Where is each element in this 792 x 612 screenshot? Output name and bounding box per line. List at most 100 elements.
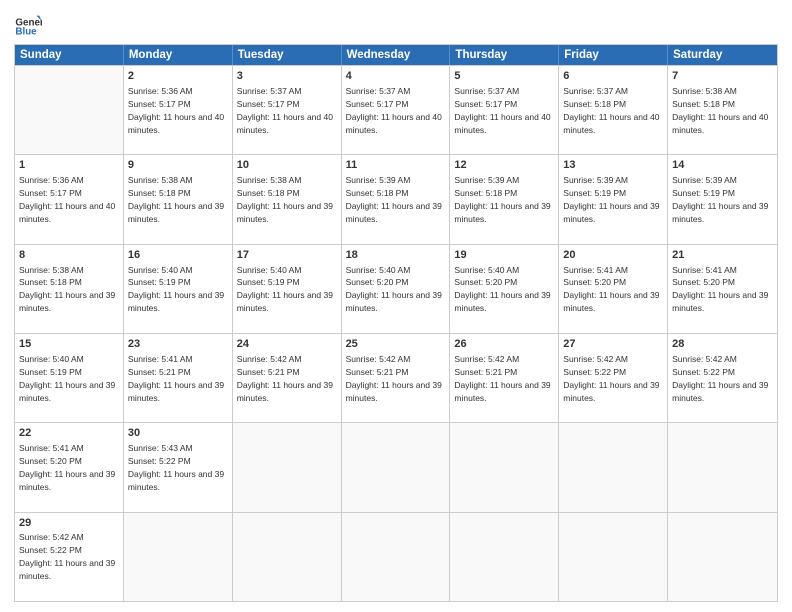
calendar-cell: 5 Sunrise: 5:37 AMSunset: 5:17 PMDaylight… (450, 66, 559, 154)
page: General Blue SundayMondayTuesdayWednesda… (0, 0, 792, 612)
calendar-cell (342, 423, 451, 511)
calendar-cell: 10Sunrise: 5:38 AMSunset: 5:18 PMDayligh… (233, 155, 342, 243)
day-number: 5 (454, 69, 554, 84)
calendar-cell: 14Sunrise: 5:39 AMSunset: 5:19 PMDayligh… (668, 155, 777, 243)
cell-info: Sunrise: 5:36 AMSunset: 5:17 PMDaylight:… (19, 175, 115, 224)
calendar-cell: 28Sunrise: 5:42 AMSunset: 5:22 PMDayligh… (668, 334, 777, 422)
calendar-cell: 30 Sunrise: 5:43 AMSunset: 5:22 PMDayligh… (124, 423, 233, 511)
calendar: SundayMondayTuesdayWednesdayThursdayFrid… (14, 44, 778, 602)
calendar-header-cell: Thursday (450, 45, 559, 65)
cell-info: Sunrise: 5:42 AMSunset: 5:21 PMDaylight:… (237, 354, 333, 403)
day-number: 19 (454, 248, 554, 263)
day-number: 9 (128, 158, 228, 173)
calendar-cell (559, 423, 668, 511)
calendar-cell (342, 513, 451, 601)
cell-info: Sunrise: 5:40 AMSunset: 5:19 PMDaylight:… (19, 354, 115, 403)
cell-info: Sunrise: 5:42 AMSunset: 5:21 PMDaylight:… (454, 354, 550, 403)
calendar-cell (450, 423, 559, 511)
calendar-cell: 16 Sunrise: 5:40 AMSunset: 5:19 PMDayligh… (124, 245, 233, 333)
calendar-cell (559, 513, 668, 601)
logo: General Blue (14, 10, 42, 38)
day-number: 7 (672, 69, 773, 84)
calendar-header-cell: Wednesday (342, 45, 451, 65)
cell-info: Sunrise: 5:40 AMSunset: 5:19 PMDaylight:… (237, 265, 333, 314)
cell-info: Sunrise: 5:38 AMSunset: 5:18 PMDaylight:… (237, 175, 333, 224)
day-number: 23 (128, 337, 228, 352)
calendar-cell: 21Sunrise: 5:41 AMSunset: 5:20 PMDayligh… (668, 245, 777, 333)
calendar-row: 1 Sunrise: 5:36 AMSunset: 5:17 PMDaylight… (15, 154, 777, 243)
cell-info: Sunrise: 5:40 AMSunset: 5:20 PMDaylight:… (346, 265, 442, 314)
calendar-cell (668, 513, 777, 601)
cell-info: Sunrise: 5:37 AMSunset: 5:17 PMDaylight:… (237, 86, 333, 135)
calendar-cell: 1 Sunrise: 5:36 AMSunset: 5:17 PMDaylight… (15, 155, 124, 243)
calendar-header-cell: Saturday (668, 45, 777, 65)
calendar-cell: 22 Sunrise: 5:41 AMSunset: 5:20 PMDayligh… (15, 423, 124, 511)
cell-info: Sunrise: 5:39 AMSunset: 5:18 PMDaylight:… (454, 175, 550, 224)
calendar-cell: 6Sunrise: 5:37 AMSunset: 5:18 PMDaylight… (559, 66, 668, 154)
calendar-header: SundayMondayTuesdayWednesdayThursdayFrid… (15, 45, 777, 65)
day-number: 16 (128, 248, 228, 263)
calendar-cell: 13 Sunrise: 5:39 AMSunset: 5:19 PMDayligh… (559, 155, 668, 243)
calendar-cell: 20 Sunrise: 5:41 AMSunset: 5:20 PMDayligh… (559, 245, 668, 333)
cell-info: Sunrise: 5:42 AMSunset: 5:22 PMDaylight:… (19, 532, 115, 581)
day-number: 26 (454, 337, 554, 352)
day-number: 24 (237, 337, 337, 352)
day-number: 20 (563, 248, 663, 263)
calendar-cell (668, 423, 777, 511)
calendar-cell: 12 Sunrise: 5:39 AMSunset: 5:18 PMDayligh… (450, 155, 559, 243)
calendar-header-cell: Friday (559, 45, 668, 65)
cell-info: Sunrise: 5:42 AMSunset: 5:22 PMDaylight:… (672, 354, 768, 403)
cell-info: Sunrise: 5:42 AMSunset: 5:21 PMDaylight:… (346, 354, 442, 403)
calendar-cell: 3 Sunrise: 5:37 AMSunset: 5:17 PMDaylight… (233, 66, 342, 154)
calendar-header-cell: Tuesday (233, 45, 342, 65)
calendar-row: 29Sunrise: 5:42 AMSunset: 5:22 PMDayligh… (15, 512, 777, 601)
calendar-cell: 29Sunrise: 5:42 AMSunset: 5:22 PMDayligh… (15, 513, 124, 601)
cell-info: Sunrise: 5:37 AMSunset: 5:18 PMDaylight:… (563, 86, 659, 135)
calendar-row: 2Sunrise: 5:36 AMSunset: 5:17 PMDaylight… (15, 65, 777, 154)
day-number: 30 (128, 426, 228, 441)
logo-icon: General Blue (14, 10, 42, 38)
calendar-cell (124, 513, 233, 601)
day-number: 2 (128, 69, 228, 84)
calendar-cell: 17 Sunrise: 5:40 AMSunset: 5:19 PMDayligh… (233, 245, 342, 333)
day-number: 8 (19, 248, 119, 263)
calendar-cell: 7Sunrise: 5:38 AMSunset: 5:18 PMDaylight… (668, 66, 777, 154)
calendar-cell: 9Sunrise: 5:38 AMSunset: 5:18 PMDaylight… (124, 155, 233, 243)
day-number: 4 (346, 69, 446, 84)
calendar-cell: 18 Sunrise: 5:40 AMSunset: 5:20 PMDayligh… (342, 245, 451, 333)
cell-info: Sunrise: 5:41 AMSunset: 5:20 PMDaylight:… (19, 443, 115, 492)
day-number: 18 (346, 248, 446, 263)
day-number: 15 (19, 337, 119, 352)
day-number: 21 (672, 248, 773, 263)
day-number: 3 (237, 69, 337, 84)
calendar-cell (233, 513, 342, 601)
calendar-cell (233, 423, 342, 511)
day-number: 14 (672, 158, 773, 173)
cell-info: Sunrise: 5:43 AMSunset: 5:22 PMDaylight:… (128, 443, 224, 492)
calendar-cell (450, 513, 559, 601)
day-number: 25 (346, 337, 446, 352)
day-number: 29 (19, 516, 119, 531)
calendar-cell: 19Sunrise: 5:40 AMSunset: 5:20 PMDayligh… (450, 245, 559, 333)
calendar-cell: 4 Sunrise: 5:37 AMSunset: 5:17 PMDaylight… (342, 66, 451, 154)
calendar-cell: 26 Sunrise: 5:42 AMSunset: 5:21 PMDayligh… (450, 334, 559, 422)
calendar-cell: 23Sunrise: 5:41 AMSunset: 5:21 PMDayligh… (124, 334, 233, 422)
cell-info: Sunrise: 5:37 AMSunset: 5:17 PMDaylight:… (454, 86, 550, 135)
day-number: 1 (19, 158, 119, 173)
calendar-row: 22 Sunrise: 5:41 AMSunset: 5:20 PMDayligh… (15, 422, 777, 511)
day-number: 22 (19, 426, 119, 441)
cell-info: Sunrise: 5:40 AMSunset: 5:19 PMDaylight:… (128, 265, 224, 314)
calendar-row: 8Sunrise: 5:38 AMSunset: 5:18 PMDaylight… (15, 244, 777, 333)
calendar-cell: 8Sunrise: 5:38 AMSunset: 5:18 PMDaylight… (15, 245, 124, 333)
cell-info: Sunrise: 5:39 AMSunset: 5:19 PMDaylight:… (563, 175, 659, 224)
calendar-cell: 11Sunrise: 5:39 AMSunset: 5:18 PMDayligh… (342, 155, 451, 243)
calendar-header-cell: Monday (124, 45, 233, 65)
day-number: 12 (454, 158, 554, 173)
day-number: 17 (237, 248, 337, 263)
calendar-cell: 25 Sunrise: 5:42 AMSunset: 5:21 PMDayligh… (342, 334, 451, 422)
day-number: 13 (563, 158, 663, 173)
cell-info: Sunrise: 5:37 AMSunset: 5:17 PMDaylight:… (346, 86, 442, 135)
calendar-cell: 27Sunrise: 5:42 AMSunset: 5:22 PMDayligh… (559, 334, 668, 422)
cell-info: Sunrise: 5:41 AMSunset: 5:20 PMDaylight:… (563, 265, 659, 314)
header: General Blue (14, 10, 778, 38)
